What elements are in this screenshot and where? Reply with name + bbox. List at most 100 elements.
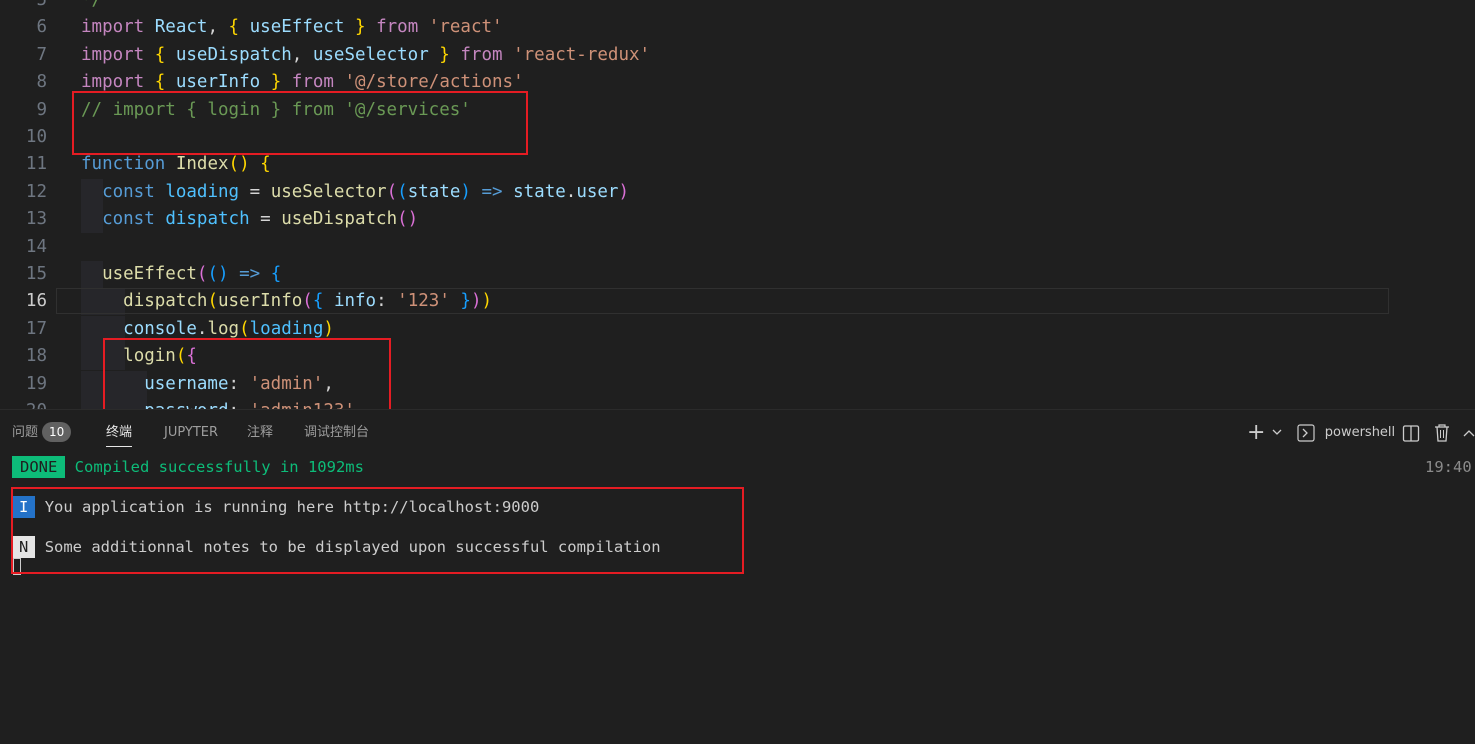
terminal-shell-selector[interactable]: powershell [1297, 416, 1395, 450]
line-code: password: 'admin123' [81, 398, 355, 409]
token: useEffect [249, 17, 345, 38]
code-line[interactable]: 20 password: 'admin123' [0, 398, 1475, 409]
tab-jupyter[interactable]: JUPYTER [164, 416, 218, 450]
token: 'react' [428, 17, 503, 38]
line-code: username: 'admin', [81, 371, 334, 398]
line-code: useEffect(() => { [81, 261, 281, 288]
panel-tab-bar: 问题 10 终端 JUPYTER 注释 调试控制台 + powershell [0, 416, 1475, 450]
token: useEffect [102, 264, 197, 284]
token: log [207, 318, 240, 339]
line-number: 11 [25, 154, 47, 175]
code-editor[interactable]: 5 */ 6 import React, { useEffect } from 're… [0, 0, 1475, 409]
tab-comments[interactable]: 注释 [247, 416, 273, 450]
code-line[interactable]: 7 import { useDispatch, useSelector } fro… [0, 42, 1475, 69]
terminal-line-info: I You application is running here http:/… [12, 496, 539, 518]
token: = [239, 181, 271, 202]
token: loading [249, 318, 324, 339]
code-line[interactable]: 8 import { userInfo } from '@/store/actio… [0, 69, 1475, 96]
token: */ [81, 0, 103, 10]
line-number: 7 [36, 44, 47, 65]
token: { [154, 72, 166, 93]
shell-name: powershell [1324, 425, 1396, 440]
chevron-down-icon[interactable] [1271, 416, 1283, 450]
code-line[interactable]: 6 import React, { useEffect } from 'react… [0, 14, 1475, 41]
token: () [207, 264, 229, 284]
token: => [239, 264, 261, 284]
problems-count-badge: 10 [42, 422, 72, 442]
token: loading [165, 181, 240, 202]
code-line[interactable]: 18 login({ [0, 343, 1475, 371]
note-message: Some additionnal notes to be displayed u… [44, 538, 661, 556]
code-line[interactable]: 14 [0, 234, 1475, 261]
token: () [228, 154, 250, 175]
token: useSelector [312, 44, 429, 65]
line-number: 10 [25, 127, 47, 147]
token: ( [196, 264, 208, 284]
code-line[interactable]: 15 useEffect(() => { [0, 261, 1475, 288]
token: { [154, 44, 166, 65]
token: , [323, 373, 334, 394]
token: useDispatch [175, 44, 292, 65]
token: } [270, 72, 282, 93]
line-number: 20 [0, 398, 47, 409]
line-number: 9 [36, 99, 47, 120]
line-code: const loading = useSelector((state) => s… [81, 179, 629, 206]
line-code: import { useDispatch, useSelector } from… [81, 42, 650, 69]
line-number: 14 [25, 236, 47, 257]
token: from [460, 44, 503, 65]
tab-problems-label: 问题 [12, 425, 39, 440]
code-line[interactable]: 5 */ [0, 0, 1475, 14]
token: password [144, 401, 228, 409]
token: useDispatch [281, 209, 398, 230]
token: ( [386, 181, 398, 202]
token: ) [460, 181, 471, 202]
plus-icon[interactable]: + [1247, 416, 1265, 450]
code-line[interactable]: 11 function Index() { [0, 151, 1475, 178]
code-line[interactable]: 17 console.log(loading) [0, 315, 1475, 343]
line-code: function Index() { [81, 151, 271, 178]
code-line[interactable]: 19 username: 'admin', [0, 370, 1475, 398]
terminal-line-note: N Some additionnal notes to be displayed… [12, 536, 661, 558]
token: React [154, 17, 208, 38]
token: { [228, 17, 240, 38]
tab-terminal[interactable]: 终端 [106, 416, 133, 447]
token: from [291, 72, 334, 93]
tab-problems[interactable]: 问题 10 [12, 416, 72, 450]
token: import [81, 72, 145, 93]
code-line[interactable]: 13 const dispatch = useDispatch() [0, 206, 1475, 234]
code-line[interactable]: 12 const loading = useSelector((state) =… [0, 178, 1475, 206]
chevron-up-icon[interactable] [1462, 416, 1475, 450]
info-tag: I [12, 496, 36, 518]
line-code: import { userInfo } from '@/store/action… [81, 69, 524, 96]
token: } [355, 17, 366, 38]
split-icon[interactable] [1402, 416, 1420, 450]
code-line[interactable]: 10 [0, 124, 1475, 151]
tab-debug-console[interactable]: 调试控制台 [304, 416, 369, 450]
token: { [260, 154, 271, 175]
line-code: const dispatch = useDispatch() [81, 206, 418, 233]
token: // import { login } from '@/services' [81, 99, 471, 120]
trash-icon[interactable] [1433, 416, 1451, 450]
code-line[interactable]: 9 // import { login } from '@/services' [0, 97, 1475, 124]
line-number: 13 [25, 209, 47, 230]
token: import [81, 44, 145, 65]
